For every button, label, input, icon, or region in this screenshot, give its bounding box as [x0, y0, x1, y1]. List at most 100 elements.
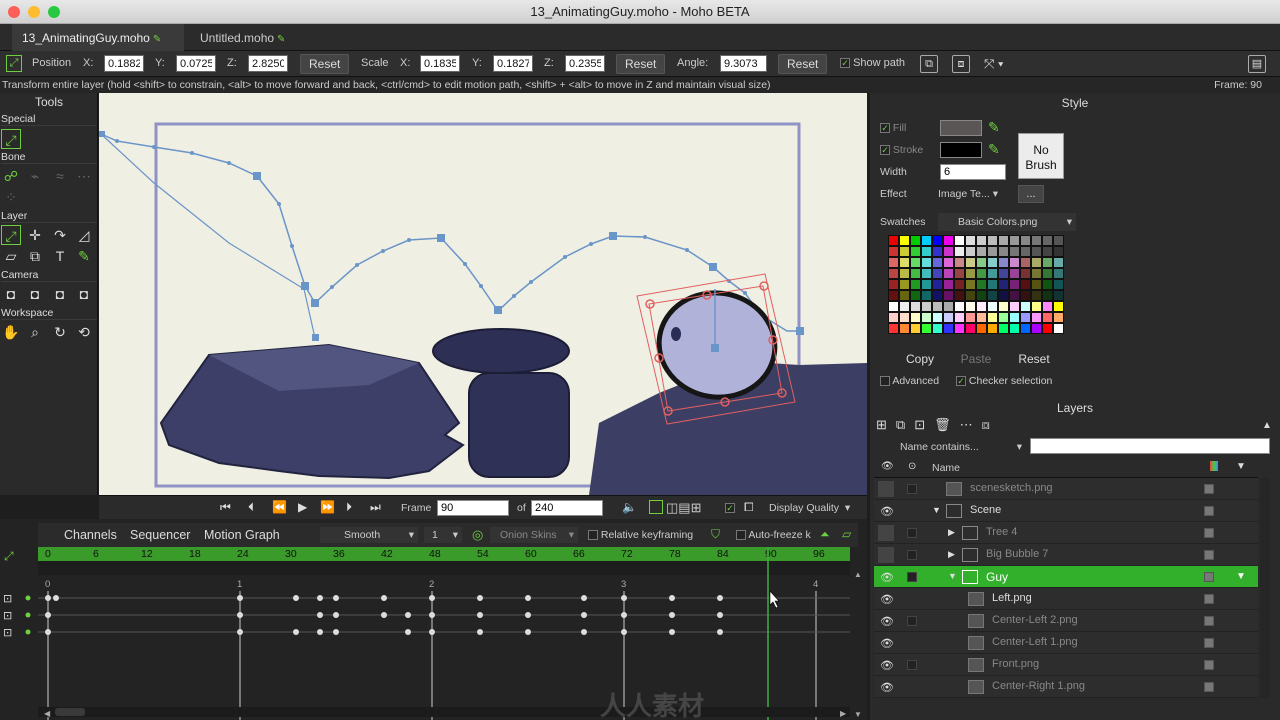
fill-color-swatch[interactable]	[940, 120, 982, 136]
color-swatch[interactable]	[1031, 268, 1042, 279]
color-swatch[interactable]	[1009, 257, 1020, 268]
color-swatch[interactable]	[1020, 301, 1031, 312]
color-swatch[interactable]	[932, 312, 943, 323]
color-swatch[interactable]	[921, 312, 932, 323]
color-swatch[interactable]	[1009, 312, 1020, 323]
color-swatch[interactable]	[1042, 279, 1053, 290]
scroll-left-icon[interactable]: ◀	[44, 709, 51, 718]
color-swatch[interactable]	[932, 246, 943, 257]
chevron-down-icon[interactable]: ▼	[1236, 571, 1246, 582]
scroll-right-icon[interactable]: ▶	[840, 709, 847, 718]
hand-tool-icon[interactable]: ✋	[1, 322, 21, 342]
width-field[interactable]	[940, 164, 1006, 180]
color-swatch[interactable]	[1020, 257, 1031, 268]
tab-untitled[interactable]: Untitled.moho ✎	[190, 24, 310, 51]
stroke-checkbox[interactable]: ✓ Stroke	[880, 144, 923, 156]
expand-down-icon[interactable]: ▼	[948, 571, 957, 581]
zoom-tool-icon[interactable]: ⌕	[25, 322, 45, 342]
color-swatch[interactable]	[987, 257, 998, 268]
color-swatch[interactable]	[954, 323, 965, 334]
eyedropper-tool[interactable]: ✎	[74, 246, 94, 266]
swatch-palette[interactable]	[888, 235, 1066, 334]
color-swatch[interactable]	[987, 301, 998, 312]
color-swatch[interactable]	[899, 246, 910, 257]
layer-row[interactable]: 👁 Front.png	[874, 654, 1258, 676]
color-swatch[interactable]	[965, 312, 976, 323]
fill-eyedropper-icon[interactable]: ✎	[988, 119, 1000, 136]
hidden-layer-box[interactable]	[878, 525, 894, 541]
color-swatch[interactable]	[888, 246, 899, 257]
roll-camera-icon[interactable]: ◘	[50, 284, 70, 304]
zoom-camera-icon[interactable]: ◘	[25, 284, 45, 304]
eye-icon[interactable]: 👁	[880, 615, 894, 628]
keyframe[interactable]	[477, 595, 483, 601]
keyframe[interactable]	[581, 629, 587, 635]
layer-row[interactable]: ▶ Tree 4	[874, 522, 1258, 544]
transform-bone-tool[interactable]: ⌁	[25, 166, 45, 186]
color-swatch[interactable]	[1053, 279, 1064, 290]
color-swatch[interactable]	[899, 290, 910, 301]
chevron-down-icon[interactable]: ▼	[1236, 461, 1246, 472]
color-swatch[interactable]	[987, 290, 998, 301]
advanced-checkbox[interactable]: Advanced	[880, 375, 939, 387]
color-swatch[interactable]	[943, 235, 954, 246]
color-swatch[interactable]	[943, 312, 954, 323]
layer-row[interactable]: 👁 ▼ Guy ▼	[874, 566, 1258, 588]
color-swatch[interactable]	[943, 301, 954, 312]
scale-z-field[interactable]	[565, 55, 605, 72]
color-swatch[interactable]	[943, 257, 954, 268]
split-view-icons[interactable]: ◫▤⊞	[666, 500, 701, 516]
color-swatch[interactable]	[943, 279, 954, 290]
auto-freeze-checkbox[interactable]: Auto-freeze k	[736, 529, 811, 541]
eye-icon[interactable]: 👁	[880, 637, 894, 650]
color-swatch[interactable]	[998, 268, 1009, 279]
color-swatch[interactable]	[1053, 301, 1064, 312]
color-swatch[interactable]	[954, 257, 965, 268]
color-swatch[interactable]	[899, 301, 910, 312]
eye-icon[interactable]: 👁	[880, 681, 894, 694]
color-swatch[interactable]	[921, 246, 932, 257]
color-swatch[interactable]	[932, 257, 943, 268]
stroke-eyedropper-icon[interactable]: ✎	[988, 141, 1000, 158]
color-swatch[interactable]	[1053, 290, 1064, 301]
keyframe[interactable]	[581, 612, 587, 618]
color-swatch[interactable]	[910, 268, 921, 279]
scroll-up-icon[interactable]: ▲	[1262, 420, 1272, 431]
color-swatch[interactable]	[1042, 268, 1053, 279]
color-swatch[interactable]	[1009, 235, 1020, 246]
color-swatch[interactable]	[987, 323, 998, 334]
color-swatch[interactable]	[987, 312, 998, 323]
layer-settings-icon[interactable]: ⧈	[982, 417, 999, 432]
layer-scrollbar[interactable]	[1260, 478, 1270, 698]
paste-button[interactable]: Paste	[954, 350, 998, 368]
color-swatch[interactable]	[921, 235, 932, 246]
color-swatch[interactable]	[899, 268, 910, 279]
color-swatch[interactable]	[1031, 301, 1042, 312]
color-swatch[interactable]	[954, 246, 965, 257]
color-swatch[interactable]	[1020, 279, 1031, 290]
rotate-layer-tool[interactable]: ↷	[50, 225, 70, 245]
color-swatch[interactable]	[910, 312, 921, 323]
keyframe[interactable]	[429, 629, 435, 635]
tab-channels[interactable]: Channels	[64, 528, 117, 542]
color-swatch[interactable]	[1020, 312, 1031, 323]
layer-row[interactable]: ▶ Big Bubble 7	[874, 544, 1258, 566]
swatches-dropdown[interactable]: Basic Colors.png ▾	[938, 213, 1076, 231]
duplicate-layer-icon[interactable]: ⧉	[896, 417, 914, 432]
keyframe[interactable]	[45, 595, 51, 601]
copy-button[interactable]: Copy	[898, 350, 942, 368]
scroll-down-icon[interactable]: ▼	[854, 710, 862, 719]
color-swatch[interactable]	[998, 323, 1009, 334]
color-swatch[interactable]	[921, 290, 932, 301]
color-swatch[interactable]	[910, 290, 921, 301]
tab-sequencer[interactable]: Sequencer	[130, 528, 190, 542]
color-swatch[interactable]	[1053, 257, 1064, 268]
color-swatch[interactable]	[1020, 323, 1031, 334]
keyframe[interactable]	[405, 612, 411, 618]
color-swatch[interactable]	[921, 323, 932, 334]
color-swatch[interactable]	[976, 312, 987, 323]
layer-color-box[interactable]	[1204, 506, 1214, 516]
add-bone-tool[interactable]: ≈	[50, 166, 70, 186]
book-icon[interactable]: ▤	[1248, 55, 1266, 73]
checker-selection-checkbox[interactable]: ✓ Checker selection	[956, 375, 1052, 387]
